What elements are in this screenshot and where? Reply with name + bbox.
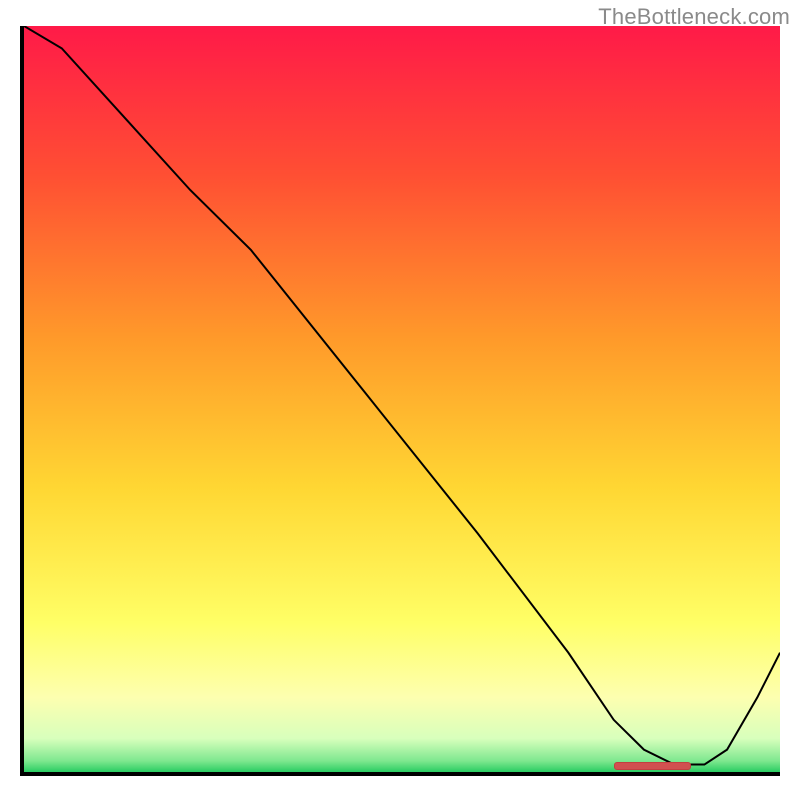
optimal-range-marker [614, 762, 692, 770]
chart-container: TheBottleneck.com [0, 0, 800, 800]
plot-area [20, 26, 780, 776]
gradient-background [24, 26, 780, 772]
